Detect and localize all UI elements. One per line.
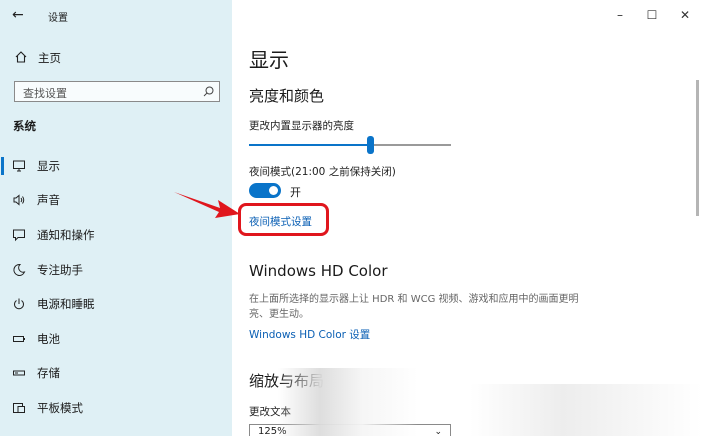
sidebar-item-label: 通知和操作: [37, 228, 95, 242]
search-icon: [203, 86, 214, 97]
chevron-down-icon: ⌄: [434, 427, 442, 436]
app-title: 设置: [48, 13, 68, 24]
sidebar-item-power-sleep[interactable]: 电源和睡眠: [0, 290, 232, 318]
watermark-blur: [278, 368, 418, 436]
sidebar-item-home[interactable]: 主页: [0, 46, 232, 70]
brightness-label: 更改内置显示器的亮度: [249, 120, 354, 132]
tablet-icon: [13, 403, 25, 413]
selection-indicator: [1, 157, 4, 175]
night-mode-state: 开: [290, 186, 301, 199]
sidebar-item-display[interactable]: 显示: [0, 152, 232, 180]
sidebar-item-label: 主页: [38, 51, 61, 65]
search-placeholder: 查找设置: [23, 87, 67, 100]
sidebar-item-storage[interactable]: 存储: [0, 359, 232, 387]
toggle-knob: [269, 186, 278, 195]
sidebar-item-label: 专注助手: [37, 263, 83, 277]
night-mode-toggle[interactable]: [249, 183, 281, 198]
night-mode-label: 夜间模式(21:00 之前保持关闭): [249, 166, 396, 178]
power-icon: [14, 298, 24, 310]
moon-icon: [13, 263, 26, 276]
sidebar-item-label: 电源和睡眠: [37, 297, 95, 311]
minimize-button[interactable]: –: [613, 8, 627, 22]
sidebar-item-label: 显示: [37, 159, 60, 173]
annotation-highlight-box: [238, 203, 329, 236]
speaker-icon: [13, 194, 25, 206]
hd-color-description: 在上面所选择的显示器上让 HDR 和 WCG 视频、游戏和应用中的画面更明亮、更…: [249, 294, 579, 320]
storage-icon: [13, 370, 25, 376]
brightness-slider-thumb[interactable]: [367, 136, 374, 154]
scrollbar-thumb[interactable]: [696, 80, 699, 216]
search-input[interactable]: 查找设置: [14, 81, 220, 102]
page-title: 显示: [249, 48, 289, 72]
watermark-blur: [470, 384, 702, 436]
sidebar-item-notifications[interactable]: 通知和操作: [0, 221, 232, 249]
sidebar-item-battery[interactable]: 电池: [0, 325, 232, 353]
monitor-icon: [13, 160, 25, 172]
maximize-button[interactable]: ☐: [645, 8, 659, 22]
brightness-section-title: 亮度和颜色: [249, 87, 325, 105]
title-bar: ← 设置: [0, 0, 232, 32]
hd-color-title: Windows HD Color: [249, 262, 388, 280]
home-icon: [15, 51, 27, 63]
brightness-slider-fill: [249, 144, 370, 146]
sidebar-item-tablet-mode[interactable]: 平板模式: [0, 394, 232, 422]
back-arrow-icon[interactable]: ←: [12, 7, 28, 23]
close-button[interactable]: ✕: [678, 8, 692, 22]
hd-color-settings-link[interactable]: Windows HD Color 设置: [249, 327, 370, 342]
annotation-arrow-icon: [174, 192, 240, 218]
sidebar-item-focus-assist[interactable]: 专注助手: [0, 256, 232, 284]
sidebar-item-label: 电池: [37, 332, 60, 346]
sidebar-item-label: 存储: [37, 366, 60, 380]
notification-icon: [13, 229, 25, 242]
battery-icon: [13, 336, 25, 342]
sidebar-item-label: 声音: [37, 193, 60, 207]
section-title: 系统: [13, 119, 36, 133]
sidebar-item-label: 平板模式: [37, 401, 83, 415]
